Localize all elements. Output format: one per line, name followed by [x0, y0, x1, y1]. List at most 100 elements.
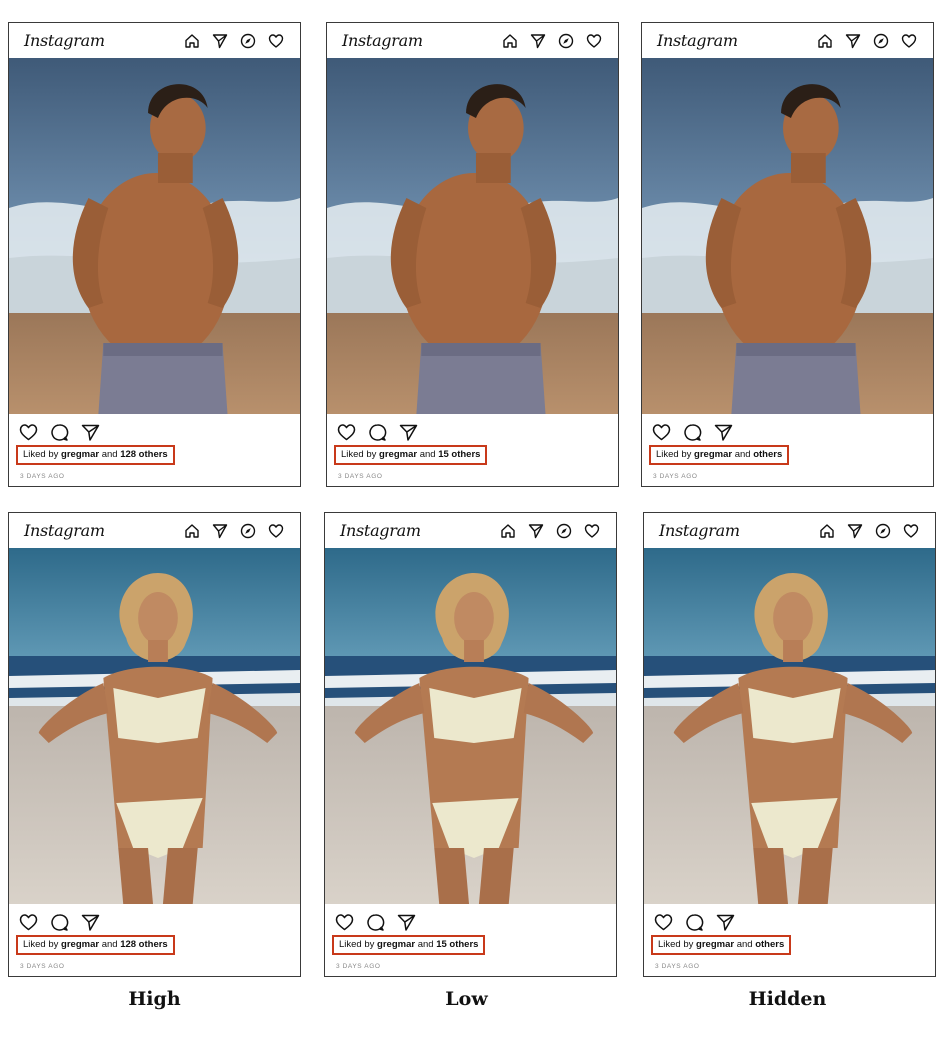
like-icon[interactable]: [652, 423, 671, 442]
liked-by-label: Liked by: [658, 939, 694, 950]
send-icon[interactable]: [212, 33, 228, 49]
likes-count-box[interactable]: Liked by gregmar and 15 others: [332, 935, 486, 955]
comment-icon[interactable]: [683, 423, 702, 442]
liked-by-user[interactable]: gregmar: [379, 449, 417, 460]
post-header: Instagram: [327, 23, 618, 58]
home-icon[interactable]: [819, 523, 835, 539]
like-icon[interactable]: [19, 423, 38, 442]
post-card: Instagram Liked by gregmar and others 3 …: [641, 22, 934, 487]
post-card: Instagram Liked by gregmar and 128 other…: [8, 512, 301, 977]
liked-by-user[interactable]: gregmar: [696, 939, 734, 950]
post-time-ago: 3 DAYS AGO: [20, 963, 65, 970]
liked-and-label: and: [419, 449, 436, 460]
liked-by-user[interactable]: gregmar: [377, 939, 415, 950]
instagram-logo[interactable]: Instagram: [24, 31, 105, 50]
post-header: Instagram: [644, 513, 935, 548]
comment-icon[interactable]: [50, 913, 69, 932]
woman-on-beach-photo: [9, 548, 300, 904]
like-icon[interactable]: [19, 913, 38, 932]
explore-icon[interactable]: [240, 33, 256, 49]
send-icon[interactable]: [845, 33, 861, 49]
post-header: Instagram: [9, 513, 300, 548]
post-time-ago: 3 DAYS AGO: [655, 963, 700, 970]
post-card: Instagram Liked by gregmar and 128 other…: [8, 22, 301, 487]
heart-icon[interactable]: [268, 33, 284, 49]
heart-icon[interactable]: [901, 33, 917, 49]
likes-count[interactable]: 15 others: [436, 939, 478, 950]
like-icon[interactable]: [335, 913, 354, 932]
man-on-beach-photo: [642, 58, 933, 414]
likes-count[interactable]: others: [753, 449, 782, 460]
send-icon[interactable]: [847, 523, 863, 539]
post-time-ago: 3 DAYS AGO: [653, 473, 698, 480]
heart-icon[interactable]: [584, 523, 600, 539]
likes-count[interactable]: 15 others: [438, 449, 480, 460]
comment-icon[interactable]: [50, 423, 69, 442]
explore-icon[interactable]: [556, 523, 572, 539]
heart-icon[interactable]: [586, 33, 602, 49]
like-icon[interactable]: [654, 913, 673, 932]
explore-icon[interactable]: [875, 523, 891, 539]
liked-by-label: Liked by: [339, 939, 375, 950]
liked-by-user[interactable]: gregmar: [694, 449, 732, 460]
likes-count-box[interactable]: Liked by gregmar and 15 others: [334, 445, 488, 465]
share-icon[interactable]: [81, 423, 100, 442]
likes-count-box[interactable]: Liked by gregmar and others: [651, 935, 792, 955]
condition-caption-high: High: [128, 988, 181, 1010]
comment-icon[interactable]: [685, 913, 704, 932]
likes-count[interactable]: others: [755, 939, 784, 950]
home-icon[interactable]: [500, 523, 516, 539]
liked-by-label: Liked by: [23, 939, 59, 950]
explore-icon[interactable]: [558, 33, 574, 49]
comment-icon[interactable]: [366, 913, 385, 932]
post-card: Instagram Liked by gregmar and others 3 …: [643, 512, 936, 977]
share-icon[interactable]: [399, 423, 418, 442]
post-header: Instagram: [9, 23, 300, 58]
post-card: Instagram Liked by gregmar and 15 others…: [326, 22, 619, 487]
liked-and-label: and: [734, 449, 751, 460]
instagram-logo[interactable]: Instagram: [24, 521, 105, 540]
instagram-logo[interactable]: Instagram: [340, 521, 421, 540]
instagram-logo[interactable]: Instagram: [657, 31, 738, 50]
likes-count[interactable]: 128 others: [120, 939, 168, 950]
comment-icon[interactable]: [368, 423, 387, 442]
post-header: Instagram: [642, 23, 933, 58]
explore-icon[interactable]: [873, 33, 889, 49]
instagram-logo[interactable]: Instagram: [342, 31, 423, 50]
liked-by-user[interactable]: gregmar: [61, 939, 99, 950]
instagram-logo[interactable]: Instagram: [659, 521, 740, 540]
liked-by-label: Liked by: [23, 449, 59, 460]
share-icon[interactable]: [716, 913, 735, 932]
man-on-beach-photo: [9, 58, 300, 414]
condition-caption-low: Low: [445, 988, 488, 1010]
post-header: Instagram: [325, 513, 616, 548]
send-icon[interactable]: [212, 523, 228, 539]
home-icon[interactable]: [184, 523, 200, 539]
home-icon[interactable]: [502, 33, 518, 49]
heart-icon[interactable]: [268, 523, 284, 539]
condition-caption-hidden: Hidden: [748, 988, 827, 1010]
likes-count-box[interactable]: Liked by gregmar and 128 others: [16, 935, 175, 955]
send-icon[interactable]: [530, 33, 546, 49]
liked-by-user[interactable]: gregmar: [61, 449, 99, 460]
woman-on-beach-photo: [644, 548, 935, 904]
likes-count[interactable]: 128 others: [120, 449, 168, 460]
home-icon[interactable]: [184, 33, 200, 49]
man-on-beach-photo: [327, 58, 618, 414]
liked-and-label: and: [101, 939, 118, 950]
likes-count-box[interactable]: Liked by gregmar and 128 others: [16, 445, 175, 465]
post-time-ago: 3 DAYS AGO: [20, 473, 65, 480]
woman-on-beach-photo: [325, 548, 616, 904]
home-icon[interactable]: [817, 33, 833, 49]
post-time-ago: 3 DAYS AGO: [336, 963, 381, 970]
share-icon[interactable]: [81, 913, 100, 932]
like-icon[interactable]: [337, 423, 356, 442]
heart-icon[interactable]: [903, 523, 919, 539]
likes-count-box[interactable]: Liked by gregmar and others: [649, 445, 790, 465]
liked-and-label: and: [417, 939, 434, 950]
liked-by-label: Liked by: [341, 449, 377, 460]
explore-icon[interactable]: [240, 523, 256, 539]
share-icon[interactable]: [397, 913, 416, 932]
send-icon[interactable]: [528, 523, 544, 539]
share-icon[interactable]: [714, 423, 733, 442]
